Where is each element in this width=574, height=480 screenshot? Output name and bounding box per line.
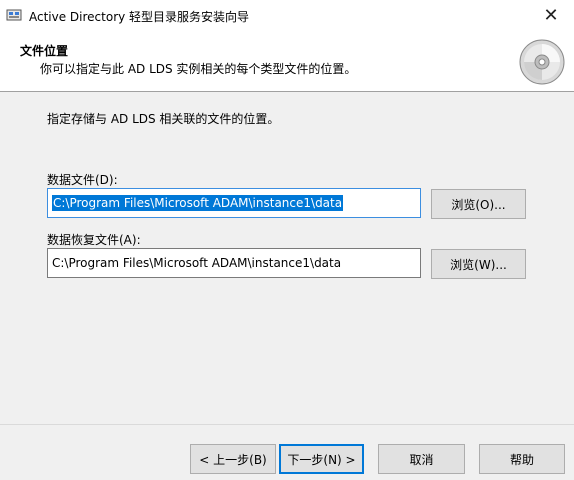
back-button[interactable]: < 上一步(B) (190, 444, 276, 474)
cd-disc-icon (519, 39, 565, 85)
browse-data-button[interactable]: 浏览(O)... (431, 189, 526, 219)
footer-divider (0, 424, 574, 425)
close-button[interactable]: ✕ (528, 0, 574, 31)
page-subtitle: 你可以指定与此 AD LDS 实例相关的每个类型文件的位置。 (40, 62, 357, 76)
page-title: 文件位置 (20, 44, 69, 58)
intro-text: 指定存储与 AD LDS 相关联的文件的位置。 (47, 112, 280, 126)
title-bar: Active Directory 轻型目录服务安装向导 ✕ (0, 0, 574, 31)
recovery-files-label: 数据恢复文件(A): (47, 233, 141, 247)
help-button[interactable]: 帮助 (479, 444, 565, 474)
close-icon: ✕ (543, 5, 559, 26)
browse-recovery-button[interactable]: 浏览(W)... (431, 249, 526, 279)
next-button[interactable]: 下一步(N) > (279, 444, 364, 474)
data-files-label: 数据文件(D): (47, 173, 118, 187)
cancel-button[interactable]: 取消 (378, 444, 465, 474)
window-title: Active Directory 轻型目录服务安装向导 (29, 10, 250, 24)
recovery-files-value: C:\Program Files\Microsoft ADAM\instance… (52, 256, 342, 270)
recovery-files-input[interactable]: C:\Program Files\Microsoft ADAM\instance… (47, 248, 421, 278)
data-files-value: C:\Program Files\Microsoft ADAM\instance… (52, 195, 344, 211)
wizard-header: 文件位置 你可以指定与此 AD LDS 实例相关的每个类型文件的位置。 (0, 31, 574, 92)
directory-app-icon (6, 9, 22, 21)
data-files-input[interactable]: C:\Program Files\Microsoft ADAM\instance… (47, 188, 421, 218)
